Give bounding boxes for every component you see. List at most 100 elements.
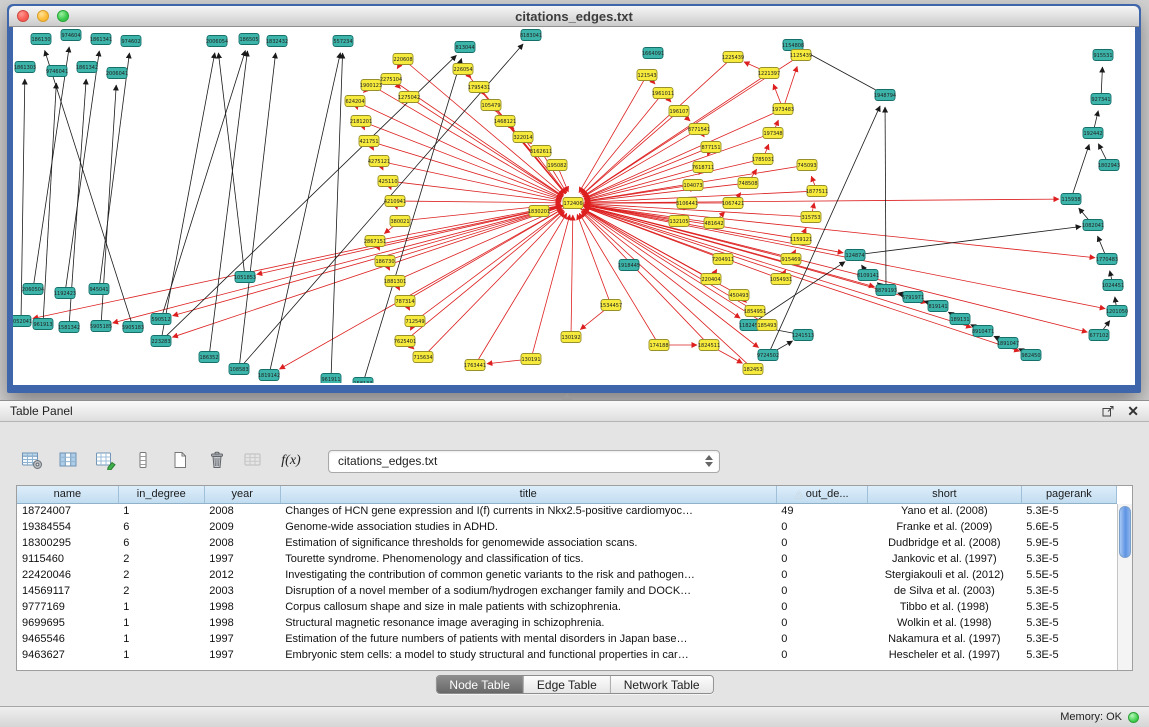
tab-node-table[interactable]: Node Table (436, 676, 523, 693)
network-graph-svg[interactable]: 1861309746041861341974602200605418650518… (13, 27, 1131, 383)
graph-node[interactable]: 961913 (33, 319, 53, 330)
graph-node[interactable]: 6791971 (902, 292, 924, 303)
graph-node[interactable]: 974602 (121, 36, 141, 47)
graph-node[interactable]: 1785031 (752, 154, 774, 165)
graph-node[interactable]: 2060504 (22, 284, 44, 295)
graph-node[interactable]: 2275104 (380, 74, 402, 85)
graph-node[interactable]: 450493 (729, 290, 749, 301)
graph-node[interactable]: 8183041 (520, 30, 542, 41)
graph-node[interactable]: 1948794 (874, 90, 896, 101)
graph-node[interactable]: 1770483 (1096, 254, 1118, 265)
graph-node[interactable]: 1763441 (464, 360, 486, 371)
create-column-button[interactable] (90, 446, 122, 476)
graph-node[interactable]: 226054 (453, 64, 473, 75)
graph-node[interactable]: 982450 (1021, 350, 1041, 361)
graph-node[interactable]: 1961011 (652, 88, 674, 99)
graph-node[interactable]: 819141 (928, 301, 948, 312)
graph-node[interactable]: 132105 (669, 216, 689, 227)
graph-node[interactable]: 223283 (151, 336, 171, 347)
close-panel-icon[interactable]: ✕ (1127, 404, 1139, 418)
graph-node[interactable]: 1832432 (266, 36, 288, 47)
table-row[interactable]: 1456911722003Disruption of a novel membe… (17, 583, 1117, 599)
graph-node[interactable]: 745093 (797, 160, 817, 171)
graph-node[interactable]: 1192423 (54, 288, 76, 299)
graph-node[interactable]: 186730 (375, 256, 395, 267)
graph-node[interactable]: 5905185 (90, 321, 112, 332)
graph-node[interactable]: 1159121 (790, 234, 812, 245)
table-row[interactable]: 946362711997Embryonic stem cells: a mode… (17, 647, 1117, 663)
graph-node[interactable]: 2181201 (350, 116, 372, 127)
graph-node[interactable]: 1051853 (234, 272, 256, 283)
graph-node[interactable]: 787314 (395, 296, 415, 307)
graph-node[interactable]: 481642 (704, 218, 724, 229)
graph-node[interactable]: 124874 (845, 250, 865, 261)
graph-node[interactable]: 7625401 (394, 336, 416, 347)
new-table-button[interactable] (164, 446, 196, 476)
float-panel-icon[interactable] (1102, 405, 1115, 417)
table-scrollbar-thumb[interactable] (1119, 506, 1131, 558)
window-titlebar[interactable]: citations_edges.txt (9, 6, 1139, 27)
import-table-button[interactable] (238, 446, 270, 476)
graph-node[interactable]: 380021 (390, 216, 410, 227)
graph-node[interactable]: 1201050 (1106, 306, 1128, 317)
graph-node[interactable]: 945041 (89, 284, 109, 295)
graph-node[interactable]: 8910471 (972, 326, 994, 337)
graph-node[interactable]: 1221397 (758, 68, 780, 79)
minimize-window-button[interactable] (37, 10, 49, 22)
graph-node[interactable]: 1052041 (13, 316, 32, 327)
delete-table-button[interactable] (201, 446, 233, 476)
graph-node[interactable]: 1854951 (744, 306, 766, 317)
graph-node[interactable]: 189131 (950, 314, 970, 325)
table-scrollbar[interactable] (1117, 504, 1132, 670)
graph-node[interactable]: 186505 (239, 34, 259, 45)
graph-node[interactable]: 322014 (513, 132, 533, 143)
graph-node[interactable]: 8109141 (857, 270, 879, 281)
graph-node[interactable]: 172406 (563, 198, 583, 209)
graph-node[interactable]: 196107 (669, 106, 689, 117)
graph-node[interactable]: 104073 (683, 180, 703, 191)
graph-node[interactable]: 182453 (743, 364, 763, 375)
graph-node[interactable]: 425110 (378, 176, 398, 187)
column-header-in-degree[interactable]: in_degree (118, 486, 204, 503)
graph-node[interactable]: 2006041 (106, 68, 128, 79)
table-row[interactable]: 1938455462009Genome-wide association stu… (17, 519, 1117, 535)
graph-node[interactable]: 927341 (1091, 94, 1111, 105)
graph-node[interactable]: 130191 (521, 354, 541, 365)
graph-node[interactable]: 915531 (1093, 50, 1113, 61)
graph-node[interactable]: 1900123 (360, 80, 382, 91)
graph-node[interactable]: 185493 (757, 320, 777, 331)
graph-node[interactable]: 130192 (561, 332, 581, 343)
graph-node[interactable]: 8879193 (875, 285, 897, 296)
graph-node[interactable]: 1054931 (770, 274, 792, 285)
graph-node[interactable]: 1275042 (398, 92, 420, 103)
graph-node[interactable]: 9724502 (757, 350, 779, 361)
graph-node[interactable]: 105479 (481, 100, 501, 111)
table-row[interactable]: 977716911998Corpus callosum shape and si… (17, 599, 1117, 615)
graph-node[interactable]: 186352 (199, 352, 219, 363)
graph-node[interactable]: 4275121 (368, 156, 390, 167)
graph-node[interactable]: 1534457 (600, 300, 622, 311)
graph-node[interactable]: 1819142 (258, 370, 280, 381)
graph-node[interactable]: 712549 (405, 316, 425, 327)
close-window-button[interactable] (17, 10, 29, 22)
graph-node[interactable]: 1082041 (1082, 220, 1104, 231)
graph-node[interactable]: 2006054 (206, 36, 228, 47)
graph-node[interactable]: 4210941 (384, 196, 406, 207)
column-header-name[interactable]: name (17, 486, 118, 503)
table-row[interactable]: 1872400712008Changes of HCN gene express… (17, 503, 1117, 519)
graph-node[interactable]: 1824511 (698, 340, 720, 351)
graph-node[interactable]: 1241513 (792, 330, 814, 341)
graph-node[interactable]: 192442 (1083, 128, 1103, 139)
graph-node[interactable]: 915469 (781, 254, 801, 265)
graph-node[interactable]: 1581342 (58, 322, 80, 333)
graph-node[interactable]: 5905183 (122, 322, 144, 333)
graph-node[interactable]: 1973483 (772, 104, 794, 115)
graph-node[interactable]: 315753 (801, 212, 821, 223)
graph-node[interactable]: 1861341 (90, 34, 112, 45)
graph-node[interactable]: 813044 (455, 42, 475, 53)
graph-node[interactable]: 1802943 (1098, 160, 1120, 171)
tab-edge-table[interactable]: Edge Table (523, 676, 610, 693)
graph-node[interactable]: 877151 (701, 142, 721, 153)
graph-node[interactable]: 974604 (61, 30, 81, 41)
column-header-title[interactable]: title (280, 486, 776, 503)
